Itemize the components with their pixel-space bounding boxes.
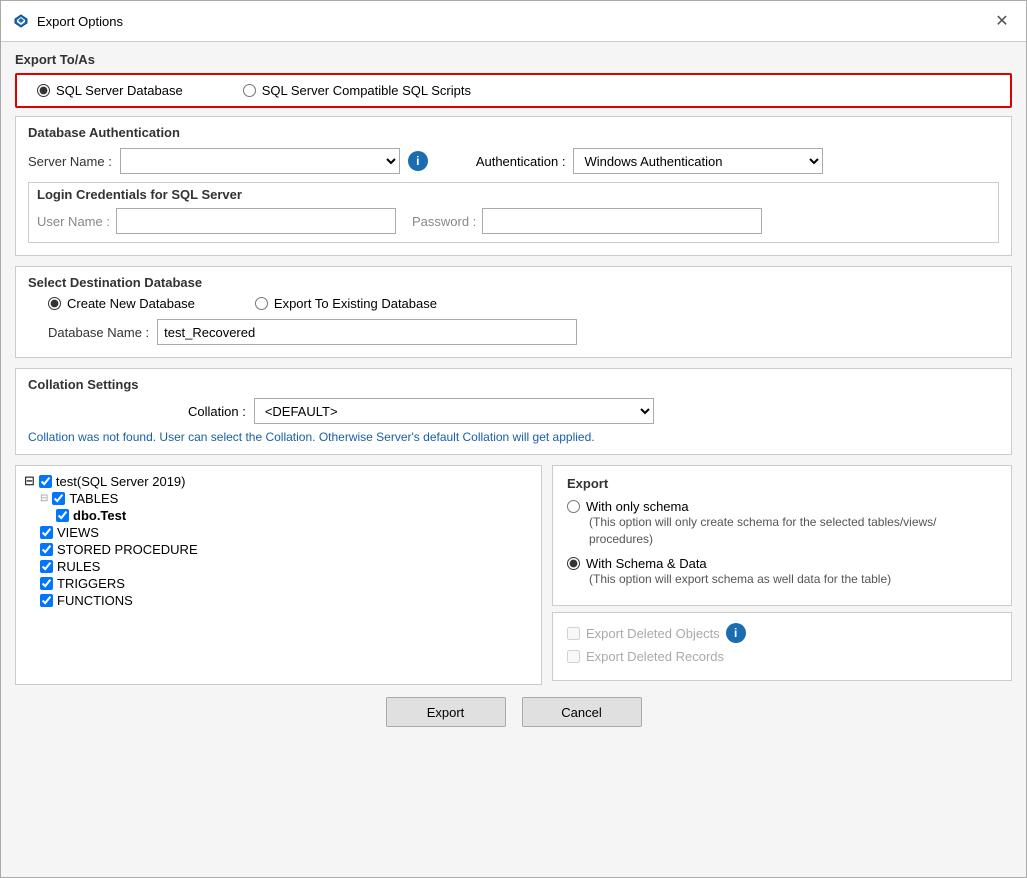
tree-root[interactable]: ⊟ test(SQL Server 2019) xyxy=(24,472,533,490)
title-bar-left: Export Options xyxy=(13,13,123,29)
tree-dbo-test-checkbox[interactable] xyxy=(56,509,69,522)
export-deleted-objects-label: Export Deleted Objects xyxy=(586,626,720,641)
deleted-objects-info-icon[interactable]: i xyxy=(726,623,746,643)
authentication-select[interactable]: Windows Authentication SQL Server Authen… xyxy=(573,148,823,174)
collation-warning: Collation was not found. User can select… xyxy=(28,430,999,444)
auth-label: Authentication : xyxy=(476,154,566,169)
tree-root-checkbox[interactable] xyxy=(39,475,52,488)
db-name-input[interactable] xyxy=(157,319,577,345)
dest-db-radio-row: Create New Database Export To Existing D… xyxy=(28,296,999,311)
tree-panel: ⊟ test(SQL Server 2019) ⊟ TABLES dbo.Tes… xyxy=(15,465,542,685)
db-auth-section: Database Authentication Server Name : i … xyxy=(15,116,1012,256)
export-to-label: Export To/As xyxy=(15,52,1012,67)
db-auth-label: Database Authentication xyxy=(28,125,999,140)
tree-triggers-checkbox[interactable] xyxy=(40,577,53,590)
sql-server-database-option[interactable]: SQL Server Database xyxy=(37,83,183,98)
sql-scripts-option[interactable]: SQL Server Compatible SQL Scripts xyxy=(243,83,471,98)
bottom-section: ⊟ test(SQL Server 2019) ⊟ TABLES dbo.Tes… xyxy=(15,465,1012,685)
create-new-db-radio[interactable] xyxy=(48,297,61,310)
server-name-select[interactable] xyxy=(120,148,400,174)
password-input[interactable] xyxy=(482,208,762,234)
tree-expand-tables[interactable]: ⊟ xyxy=(40,493,48,504)
collation-row: Collation : <DEFAULT> xyxy=(28,398,999,424)
sql-scripts-radio[interactable] xyxy=(243,84,256,97)
username-label: User Name : xyxy=(37,214,110,229)
tree-stored-proc-checkbox[interactable] xyxy=(40,543,53,556)
tree-views[interactable]: VIEWS xyxy=(24,524,533,541)
schema-only-desc: (This option will only create schema for… xyxy=(567,514,997,548)
export-to-box: SQL Server Database SQL Server Compatibl… xyxy=(15,73,1012,108)
schema-only-radio-label[interactable]: With only schema xyxy=(567,499,997,514)
collation-select[interactable]: <DEFAULT> xyxy=(254,398,654,424)
tree-tables-checkbox[interactable] xyxy=(52,492,65,505)
export-section: Export With only schema (This option wil… xyxy=(552,465,1012,606)
schema-data-radio-label[interactable]: With Schema & Data xyxy=(567,556,997,571)
schema-data-radio[interactable] xyxy=(567,557,580,570)
tree-expand-root[interactable]: ⊟ xyxy=(24,473,35,489)
schema-data-option: With Schema & Data (This option will exp… xyxy=(567,556,997,588)
export-existing-db-radio[interactable] xyxy=(255,297,268,310)
tree-rules-checkbox[interactable] xyxy=(40,560,53,573)
credentials-row: User Name : Password : xyxy=(37,208,990,234)
collation-field-label: Collation : xyxy=(188,404,246,419)
db-name-row: Database Name : xyxy=(28,319,999,345)
collation-section: Collation Settings Collation : <DEFAULT>… xyxy=(15,368,1012,455)
username-field: User Name : xyxy=(37,208,396,234)
app-icon xyxy=(13,13,29,29)
dest-db-label: Select Destination Database xyxy=(28,275,999,290)
export-to-section: Export To/As SQL Server Database SQL Ser… xyxy=(15,52,1012,108)
create-new-db-option[interactable]: Create New Database xyxy=(48,296,195,311)
tree-stored-procedure[interactable]: STORED PROCEDURE xyxy=(24,541,533,558)
tree-functions-checkbox[interactable] xyxy=(40,594,53,607)
server-info-icon[interactable]: i xyxy=(408,151,428,171)
title-bar: Export Options ✕ xyxy=(1,1,1026,42)
db-name-label: Database Name : xyxy=(48,325,149,340)
username-input[interactable] xyxy=(116,208,396,234)
password-label: Password : xyxy=(412,214,476,229)
collation-label: Collation Settings xyxy=(28,377,999,392)
schema-only-radio[interactable] xyxy=(567,500,580,513)
login-credentials-title: Login Credentials for SQL Server xyxy=(37,187,990,202)
server-auth-row: Server Name : i Authentication : Windows… xyxy=(28,148,999,174)
tree-triggers[interactable]: TRIGGERS xyxy=(24,575,533,592)
server-name-label: Server Name : xyxy=(28,154,112,169)
tree-tables-group[interactable]: ⊟ TABLES xyxy=(24,490,533,507)
export-deleted-objects-checkbox[interactable] xyxy=(567,627,580,640)
deleted-section: Export Deleted Objects i Export Deleted … xyxy=(552,612,1012,681)
cancel-button[interactable]: Cancel xyxy=(522,697,642,727)
sql-server-database-radio[interactable] xyxy=(37,84,50,97)
tree-rules[interactable]: RULES xyxy=(24,558,533,575)
tree-functions[interactable]: FUNCTIONS xyxy=(24,592,533,609)
export-deleted-records-item: Export Deleted Records xyxy=(567,649,997,664)
dest-db-section: Select Destination Database Create New D… xyxy=(15,266,1012,358)
schema-only-option: With only schema (This option will only … xyxy=(567,499,997,548)
close-button[interactable]: ✕ xyxy=(990,9,1014,33)
dialog-content: Export To/As SQL Server Database SQL Ser… xyxy=(1,42,1026,877)
export-deleted-records-checkbox[interactable] xyxy=(567,650,580,663)
action-row: Export Cancel xyxy=(15,685,1012,741)
dialog-title: Export Options xyxy=(37,14,123,29)
export-button[interactable]: Export xyxy=(386,697,506,727)
schema-data-desc: (This option will export schema as well … xyxy=(567,571,997,588)
export-section-label: Export xyxy=(567,476,997,491)
export-deleted-records-label: Export Deleted Records xyxy=(586,649,724,664)
export-deleted-objects-item: Export Deleted Objects i xyxy=(567,623,997,643)
export-existing-db-option[interactable]: Export To Existing Database xyxy=(255,296,437,311)
right-panel: Export With only schema (This option wil… xyxy=(552,465,1012,685)
tree-dbo-test[interactable]: dbo.Test xyxy=(24,507,533,524)
login-credentials-section: Login Credentials for SQL Server User Na… xyxy=(28,182,999,243)
export-options-dialog: Export Options ✕ Export To/As SQL Server… xyxy=(0,0,1027,878)
password-field: Password : xyxy=(412,208,762,234)
tree-views-checkbox[interactable] xyxy=(40,526,53,539)
